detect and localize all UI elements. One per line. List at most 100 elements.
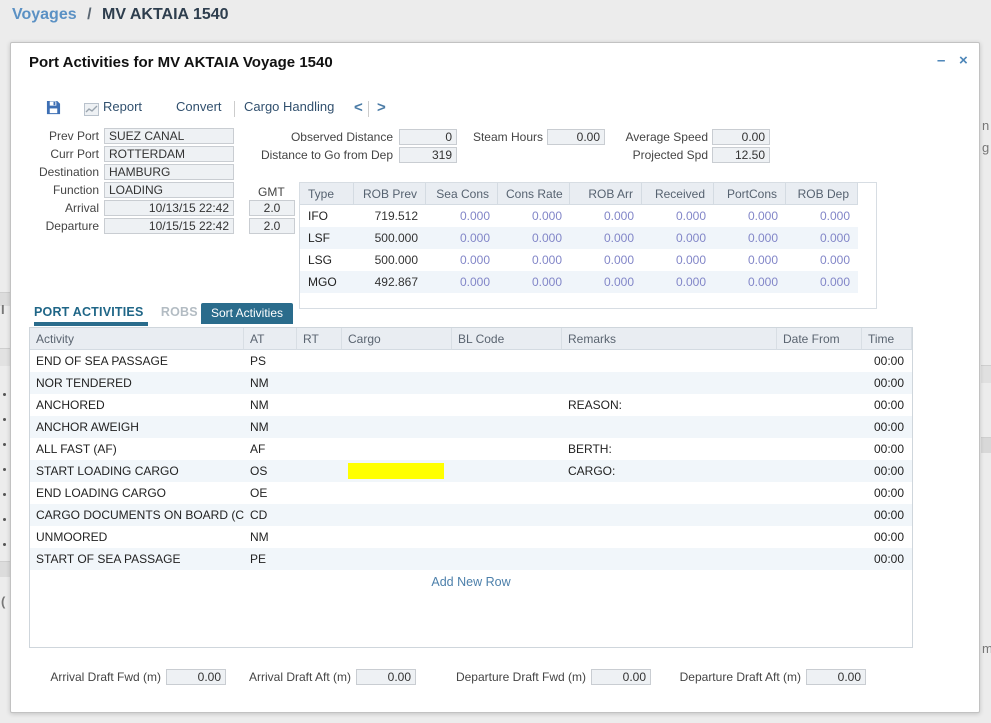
rob-value-cell[interactable]: 0.000 [714,249,786,271]
tab-robs[interactable]: ROBS [161,305,198,319]
date-from-cell[interactable] [777,460,862,482]
activity-cell[interactable]: ANCHOR AWEIGH [30,416,244,438]
cargo-cell[interactable] [342,372,452,394]
date-from-cell[interactable] [777,438,862,460]
cargo-handling-button[interactable]: Cargo Handling [244,99,334,114]
remarks-cell[interactable]: REASON: [562,394,777,416]
time-cell[interactable]: 00:00 [862,372,912,394]
cargo-cell[interactable] [342,438,452,460]
at-cell[interactable]: PE [244,548,297,570]
minimize-icon[interactable]: – [937,53,945,68]
bl-code-cell[interactable] [452,350,562,372]
rob-value-cell[interactable]: 0.000 [426,249,498,271]
rob-value-cell[interactable]: 0.000 [786,249,858,271]
rob-value-cell[interactable]: 0.000 [570,227,642,249]
rob-value-cell[interactable]: 0.000 [498,227,570,249]
remarks-cell[interactable] [562,482,777,504]
tab-port-activities[interactable]: PORT ACTIVITIES [34,305,148,326]
observed-distance-field[interactable]: 0 [399,129,457,145]
rob-value-cell[interactable]: 0.000 [426,205,498,227]
next-port-icon[interactable]: > [377,99,386,117]
rob-value-cell[interactable]: 0.000 [498,271,570,293]
rob-prev-cell[interactable]: 719.512 [354,205,426,227]
time-cell[interactable]: 00:00 [862,350,912,372]
bl-code-cell[interactable] [452,460,562,482]
bl-code-cell[interactable] [452,372,562,394]
bl-code-cell[interactable] [452,504,562,526]
rob-value-cell[interactable]: 0.000 [426,227,498,249]
time-cell[interactable]: 00:00 [862,460,912,482]
time-cell[interactable]: 00:00 [862,504,912,526]
bl-code-cell[interactable] [452,394,562,416]
cargo-cell[interactable] [342,548,452,570]
rob-prev-cell[interactable]: 500.000 [354,249,426,271]
rob-value-cell[interactable]: 0.000 [642,227,714,249]
departure-gmt-field[interactable]: 2.0 [249,218,295,234]
draft-value-field[interactable]: 0.00 [806,669,866,685]
cargo-cell[interactable] [342,526,452,548]
at-cell[interactable]: OS [244,460,297,482]
rt-cell[interactable] [297,504,342,526]
convert-button[interactable]: Convert [176,99,222,114]
arrival-field[interactable]: 10/13/15 22:42 [104,200,234,216]
activity-cell[interactable]: NOR TENDERED [30,372,244,394]
save-icon[interactable] [46,100,61,118]
rob-prev-cell[interactable]: 500.000 [354,227,426,249]
rob-value-cell[interactable]: 0.000 [498,205,570,227]
bl-code-cell[interactable] [452,416,562,438]
at-cell[interactable]: NM [244,526,297,548]
cargo-cell[interactable] [342,460,452,482]
bl-code-cell[interactable] [452,548,562,570]
rt-cell[interactable] [297,526,342,548]
rt-cell[interactable] [297,438,342,460]
previous-port-icon[interactable]: < [354,99,363,117]
cargo-cell[interactable] [342,350,452,372]
rob-value-cell[interactable]: 0.000 [498,249,570,271]
breadcrumb-voyages-link[interactable]: Voyages [12,6,77,23]
rob-value-cell[interactable]: 0.000 [570,249,642,271]
time-cell[interactable]: 00:00 [862,438,912,460]
activity-cell[interactable]: ALL FAST (AF) [30,438,244,460]
remarks-cell[interactable] [562,416,777,438]
close-icon[interactable]: × [959,53,968,68]
rob-value-cell[interactable]: 0.000 [642,205,714,227]
time-cell[interactable]: 00:00 [862,548,912,570]
draft-value-field[interactable]: 0.00 [356,669,416,685]
rob-value-cell[interactable]: 0.000 [570,205,642,227]
average-speed-field[interactable]: 0.00 [712,129,770,145]
date-from-cell[interactable] [777,394,862,416]
date-from-cell[interactable] [777,548,862,570]
rob-value-cell[interactable]: 0.000 [714,271,786,293]
at-cell[interactable]: NM [244,416,297,438]
report-button[interactable]: Report [103,99,142,114]
rt-cell[interactable] [297,548,342,570]
departure-field[interactable]: 10/15/15 22:42 [104,218,234,234]
rt-cell[interactable] [297,372,342,394]
rob-value-cell[interactable]: 0.000 [642,271,714,293]
remarks-cell[interactable] [562,526,777,548]
function-field[interactable]: LOADING [104,182,234,198]
sort-activities-button[interactable]: Sort Activities [201,303,293,324]
at-cell[interactable]: PS [244,350,297,372]
destination-field[interactable]: HAMBURG [104,164,234,180]
draft-value-field[interactable]: 0.00 [166,669,226,685]
rt-cell[interactable] [297,460,342,482]
steam-hours-field[interactable]: 0.00 [547,129,605,145]
draft-value-field[interactable]: 0.00 [591,669,651,685]
rt-cell[interactable] [297,394,342,416]
date-from-cell[interactable] [777,526,862,548]
activity-cell[interactable]: ANCHORED [30,394,244,416]
activity-cell[interactable]: END OF SEA PASSAGE [30,350,244,372]
arrival-gmt-field[interactable]: 2.0 [249,200,295,216]
remarks-cell[interactable] [562,372,777,394]
time-cell[interactable]: 00:00 [862,482,912,504]
time-cell[interactable]: 00:00 [862,394,912,416]
activity-cell[interactable]: START OF SEA PASSAGE [30,548,244,570]
curr-port-field[interactable]: ROTTERDAM [104,146,234,162]
rob-value-cell[interactable]: 0.000 [714,205,786,227]
time-cell[interactable]: 00:00 [862,526,912,548]
cargo-cell[interactable] [342,394,452,416]
remarks-cell[interactable]: CARGO: [562,460,777,482]
remarks-cell[interactable] [562,504,777,526]
rob-value-cell[interactable]: 0.000 [426,271,498,293]
